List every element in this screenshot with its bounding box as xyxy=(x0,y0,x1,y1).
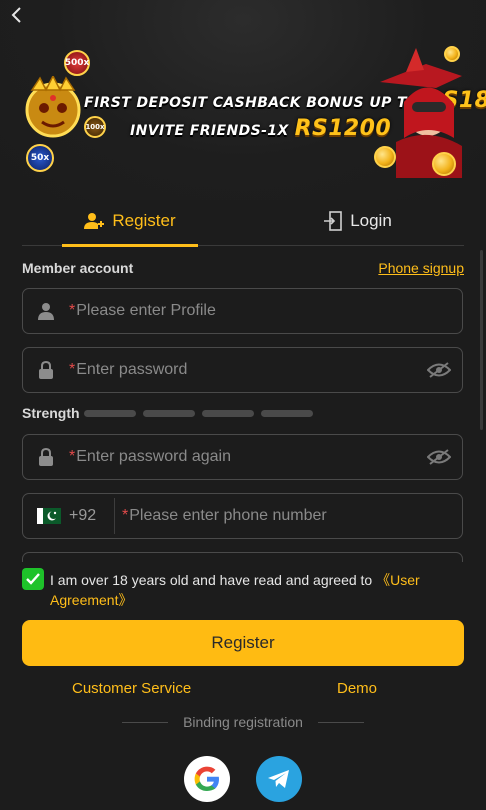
password-field[interactable]: *Enter password xyxy=(22,347,463,393)
phone-input[interactable] xyxy=(122,494,462,538)
profile-field[interactable]: *Please enter Profile xyxy=(22,288,463,334)
phone-signup-link[interactable]: Phone signup xyxy=(378,260,464,276)
password-again-field[interactable]: *Enter password again xyxy=(22,434,463,480)
gold-coin xyxy=(432,152,456,176)
password-input[interactable] xyxy=(69,348,416,392)
auth-tabs: Register Login xyxy=(22,196,464,247)
section-title: Member account xyxy=(22,260,134,276)
profile-input[interactable] xyxy=(69,289,462,333)
phone-input-wrap: *Please enter phone number xyxy=(115,494,462,538)
tab-login-label: Login xyxy=(350,211,392,230)
gold-coin xyxy=(444,46,460,62)
lock-icon xyxy=(23,448,69,466)
checkmark-icon xyxy=(26,573,40,585)
binding-divider: Binding registration xyxy=(122,714,364,732)
multiplier-chip-100: 100x xyxy=(84,116,106,138)
banner-line-2: INVITE FRIENDS-1X RS1200 xyxy=(130,116,392,141)
gold-coin xyxy=(374,146,396,168)
strength-bar-2 xyxy=(143,410,195,417)
tab-login[interactable]: Login xyxy=(312,196,404,246)
password-again-input[interactable] xyxy=(69,435,416,479)
register-button[interactable]: Register xyxy=(22,620,464,666)
divider-line-right xyxy=(318,722,364,723)
pakistan-flag-icon xyxy=(37,508,61,524)
strength-bar-1 xyxy=(84,410,136,417)
profile-input-wrap: *Please enter Profile xyxy=(69,289,462,333)
chevron-left-icon xyxy=(11,7,21,23)
agreement-text: I am over 18 years old and have read and… xyxy=(50,572,420,608)
scrollbar[interactable] xyxy=(480,250,483,430)
strength-bar-3 xyxy=(202,410,254,417)
country-code: +92 xyxy=(69,507,97,524)
strength-label: Strength xyxy=(22,405,80,421)
login-icon xyxy=(324,211,342,231)
tab-register-label: Register xyxy=(112,211,176,230)
user-icon xyxy=(23,302,69,320)
user-plus-icon xyxy=(84,213,105,229)
country-code-selector[interactable]: +92 xyxy=(23,498,115,534)
password-input-wrap: *Enter password xyxy=(69,348,416,392)
telegram-icon xyxy=(268,770,289,788)
section-header: Member account Phone signup xyxy=(22,258,464,278)
tab-register[interactable]: Register xyxy=(62,196,198,247)
google-icon xyxy=(194,766,219,791)
back-button[interactable] xyxy=(6,4,28,26)
google-login-button[interactable] xyxy=(184,756,230,802)
golden-mask-icon xyxy=(25,76,81,138)
customer-service-link[interactable]: Customer Service xyxy=(72,680,191,697)
phone-field[interactable]: +92 *Please enter phone number xyxy=(22,493,463,539)
password-strength: Strength xyxy=(22,404,322,422)
demo-link[interactable]: Demo xyxy=(337,680,377,697)
password-again-input-wrap: *Enter password again xyxy=(69,435,416,479)
next-field-partial[interactable] xyxy=(22,552,463,562)
promo-banner[interactable]: 500x 100x 50x FIRST DEPOSIT CASHBACK BON… xyxy=(20,42,486,182)
agree-checkbox[interactable] xyxy=(22,568,44,590)
eye-off-icon[interactable] xyxy=(416,361,462,379)
multiplier-chip-500: 500x xyxy=(64,50,90,76)
multiplier-chip-50: 50x xyxy=(26,144,54,172)
lock-icon xyxy=(23,361,69,379)
eye-off-icon[interactable] xyxy=(416,448,462,466)
telegram-login-button[interactable] xyxy=(256,756,302,802)
strength-bar-4 xyxy=(261,410,313,417)
agreement-row: I am over 18 years old and have read and… xyxy=(22,568,464,608)
